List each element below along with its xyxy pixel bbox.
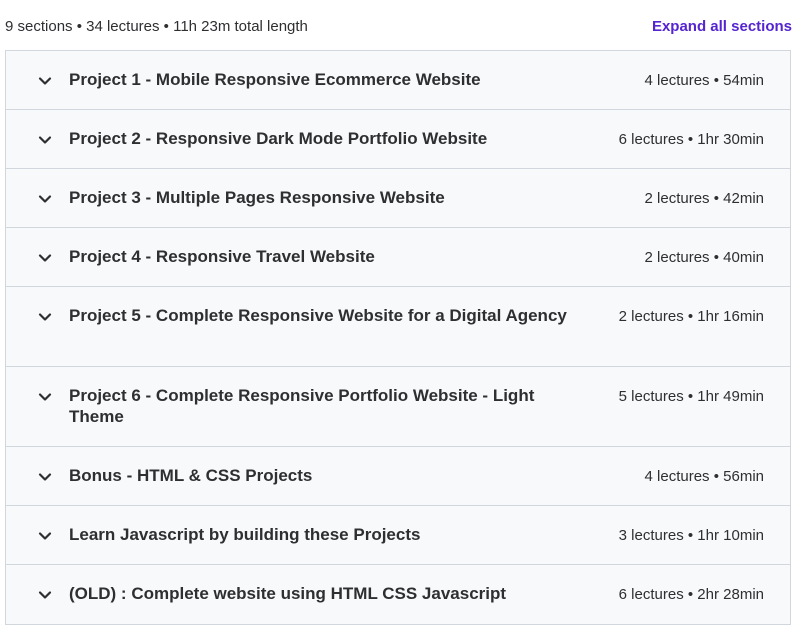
section-lecture-count: 6 lectures • 2hr 28min — [618, 586, 764, 603]
section-title: Project 6 - Complete Responsive Portfoli… — [69, 386, 535, 426]
section-title: Project 5 - Complete Responsive Website … — [69, 306, 567, 325]
section-title: Project 3 - Multiple Pages Responsive We… — [69, 188, 445, 207]
section-panel[interactable]: Bonus - HTML & CSS Projects 4 lectures •… — [6, 447, 790, 506]
section-lecture-count: 5 lectures • 1hr 49min — [618, 388, 764, 405]
chevron-down-icon — [38, 473, 52, 481]
section-lecture-count: 4 lectures • 54min — [644, 72, 764, 89]
curriculum-summary: 9 sections • 34 lectures • 11h 23m total… — [5, 18, 308, 35]
section-title: (OLD) : Complete website using HTML CSS … — [69, 584, 507, 603]
section-panel[interactable]: (OLD) : Complete website using HTML CSS … — [6, 565, 790, 624]
section-lecture-count: 2 lectures • 42min — [644, 190, 764, 207]
section-lecture-count: 2 lectures • 1hr 16min — [618, 308, 764, 325]
section-panel[interactable]: Project 6 - Complete Responsive Portfoli… — [6, 367, 790, 447]
section-panel[interactable]: Project 2 - Responsive Dark Mode Portfol… — [6, 110, 790, 169]
section-title: Learn Javascript by building these Proje… — [69, 525, 421, 544]
section-title: Project 4 - Responsive Travel Website — [69, 247, 375, 266]
expand-all-sections-button[interactable]: Expand all sections — [652, 18, 792, 35]
curriculum-summary-bar: 9 sections • 34 lectures • 11h 23m total… — [0, 0, 795, 50]
chevron-down-icon — [38, 393, 52, 401]
curriculum-section-list: Project 1 - Mobile Responsive Ecommerce … — [5, 50, 791, 625]
section-lecture-count: 4 lectures • 56min — [644, 468, 764, 485]
section-panel[interactable]: Learn Javascript by building these Proje… — [6, 506, 790, 565]
chevron-down-icon — [38, 136, 52, 144]
section-lecture-count: 3 lectures • 1hr 10min — [618, 527, 764, 544]
section-panel[interactable]: Project 3 - Multiple Pages Responsive We… — [6, 169, 790, 228]
section-lecture-count: 6 lectures • 1hr 30min — [618, 131, 764, 148]
section-panel[interactable]: Project 1 - Mobile Responsive Ecommerce … — [6, 51, 790, 110]
section-title: Project 1 - Mobile Responsive Ecommerce … — [69, 70, 481, 89]
section-panel[interactable]: Project 4 - Responsive Travel Website 2 … — [6, 228, 790, 287]
section-panel[interactable]: Project 5 - Complete Responsive Website … — [6, 287, 790, 367]
chevron-down-icon — [38, 591, 52, 599]
chevron-down-icon — [38, 254, 52, 262]
chevron-down-icon — [38, 77, 52, 85]
chevron-down-icon — [38, 313, 52, 321]
chevron-down-icon — [38, 195, 52, 203]
section-title: Bonus - HTML & CSS Projects — [69, 466, 313, 485]
chevron-down-icon — [38, 532, 52, 540]
section-title: Project 2 - Responsive Dark Mode Portfol… — [69, 129, 488, 148]
section-lecture-count: 2 lectures • 40min — [644, 249, 764, 266]
